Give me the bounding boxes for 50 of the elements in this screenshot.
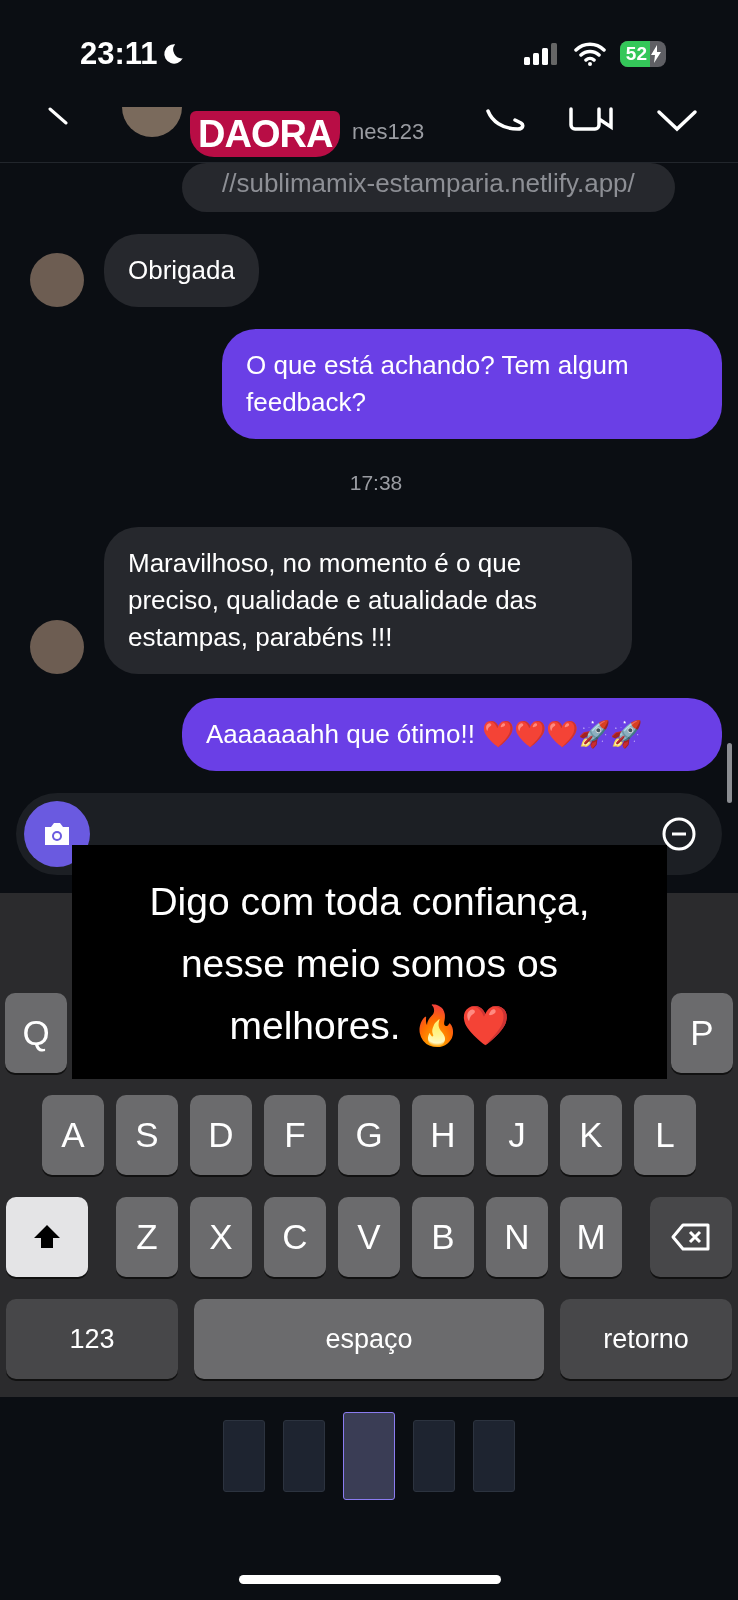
backspace-icon [671, 1223, 711, 1251]
keyboard-key[interactable]: X [190, 1197, 252, 1277]
keyboard-key[interactable]: F [264, 1095, 326, 1175]
numbers-key[interactable]: 123 [6, 1299, 178, 1379]
username[interactable]: nes123 [352, 119, 425, 145]
keyboard-key[interactable]: S [116, 1095, 178, 1175]
keyboard-key[interactable]: Q [5, 993, 67, 1073]
wifi-icon [573, 41, 606, 66]
avatar[interactable] [30, 620, 84, 674]
camera-button[interactable] [24, 801, 90, 867]
video-camera-icon[interactable] [568, 107, 616, 133]
screenshot-thumbnail[interactable] [413, 1420, 455, 1492]
caption-overlay: Digo com toda confiança, nesse meio somos os melhores. 🔥❤ [72, 845, 667, 1079]
avatar[interactable] [30, 253, 84, 307]
space-key[interactable]: espaço [194, 1299, 544, 1379]
status-time: 23:11 [80, 35, 158, 72]
keyboard-key[interactable]: G [338, 1095, 400, 1175]
keyboard-key[interactable]: H [412, 1095, 474, 1175]
message-bubble: Maravilhoso, no momento é o que preciso, qualidade e atualidade das estampas, parabéns !!! [104, 527, 632, 674]
keyboard-key[interactable]: L [634, 1095, 696, 1175]
keyboard-key[interactable]: D [190, 1095, 252, 1175]
keyboard-key[interactable]: V [338, 1197, 400, 1277]
screenshot-thumbnail[interactable] [283, 1420, 325, 1492]
chevron-down-icon[interactable] [656, 107, 698, 133]
screenshot-thumbnail[interactable] [343, 1412, 395, 1500]
keyboard-key[interactable]: K [560, 1095, 622, 1175]
keyboard-key[interactable]: N [486, 1197, 548, 1277]
sticker: DAORA [190, 111, 341, 157]
screenshot-thumbnail[interactable] [223, 1420, 265, 1492]
keyboard-key[interactable]: B [412, 1197, 474, 1277]
message-bubble: O que está achando? Tem algum feedback? [222, 329, 722, 439]
battery-level: 52 [619, 40, 650, 67]
keyboard-key[interactable]: P [671, 993, 733, 1073]
return-key[interactable]: retorno [560, 1299, 732, 1379]
keyboard-key[interactable]: C [264, 1197, 326, 1277]
message-bubble: Aaaaaaahh que ótimo!! ❤❤❤🚀🚀 [182, 698, 722, 771]
screenshot-thumbnail[interactable] [473, 1420, 515, 1492]
keyboard-key[interactable]: A [42, 1095, 104, 1175]
backspace-key[interactable] [650, 1197, 732, 1277]
keyboard-key[interactable]: Z [116, 1197, 178, 1277]
timestamp: 17:38 [348, 471, 404, 495]
signal-icon [523, 42, 560, 65]
keyboard-key[interactable]: J [486, 1095, 548, 1175]
link-message-bubble[interactable]: //sublimamix-estamparia.netlify.app/ [182, 163, 675, 212]
shift-arrow-icon [32, 1223, 62, 1251]
shift-key[interactable] [6, 1197, 88, 1277]
message-bubble: Obrigada [104, 234, 259, 307]
camera-icon [42, 821, 72, 847]
keyboard-key[interactable]: M [560, 1197, 622, 1277]
scrollbar [727, 743, 732, 803]
